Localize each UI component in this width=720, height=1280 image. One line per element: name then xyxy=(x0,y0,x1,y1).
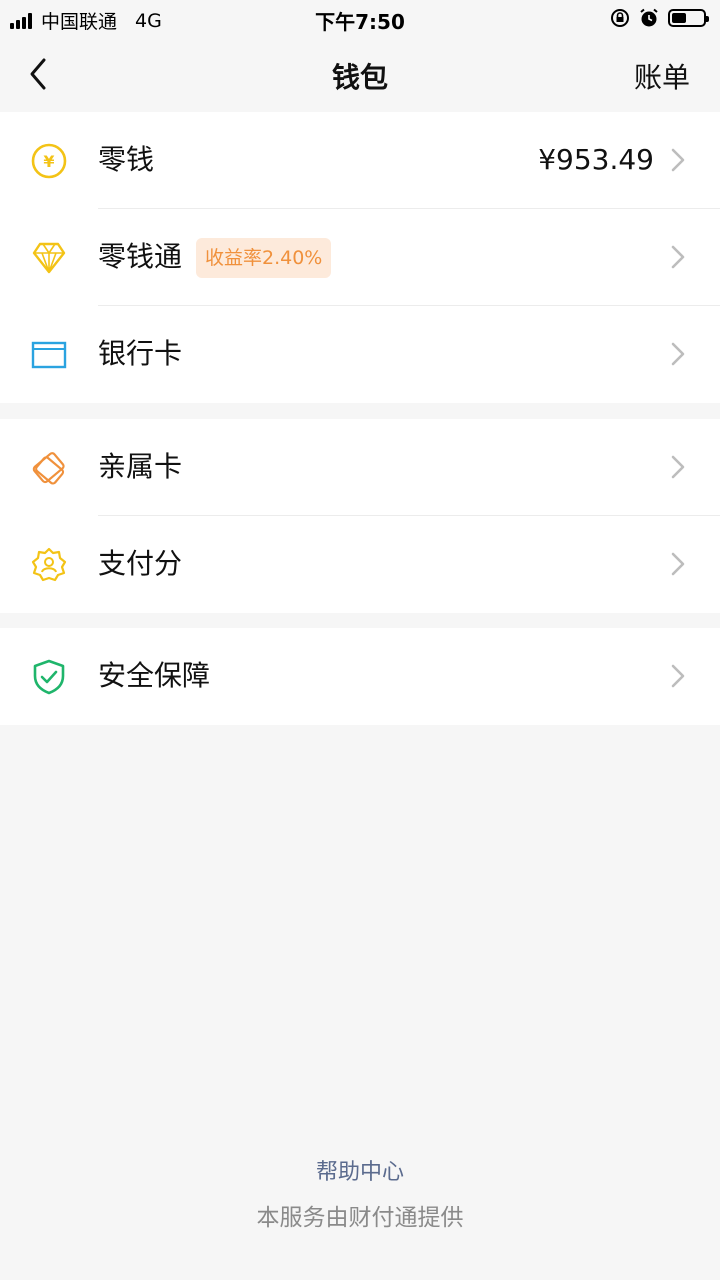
provider-text: 本服务由财付通提供 xyxy=(256,1205,464,1231)
shield-check-icon xyxy=(33,659,65,695)
svg-text:¥: ¥ xyxy=(43,152,54,171)
chevron-right-icon xyxy=(671,455,685,479)
nav-bar: 钱包 账单 xyxy=(0,36,720,112)
chevron-right-icon xyxy=(671,552,685,576)
row-label: 支付分 xyxy=(98,547,183,580)
row-label: 零钱通 xyxy=(98,240,183,273)
diamond-icon xyxy=(32,242,66,274)
row-label: 银行卡 xyxy=(98,337,183,370)
row-change-pass[interactable]: 零钱通 收益率2.40% xyxy=(0,209,720,306)
chevron-right-icon xyxy=(671,664,685,688)
yuan-coin-icon: ¥ xyxy=(31,143,67,179)
row-change[interactable]: ¥ 零钱 ¥953.49 xyxy=(0,112,720,209)
bill-button[interactable]: 账单 xyxy=(634,56,690,96)
battery-icon xyxy=(668,9,709,27)
pay-score-icon xyxy=(31,547,67,582)
yield-rate-badge: 收益率2.40% xyxy=(196,238,332,278)
row-family-card[interactable]: 亲属卡 xyxy=(0,419,720,516)
status-bar: 中国联通 4G 下午7:50 xyxy=(0,0,720,36)
status-right xyxy=(610,7,709,29)
row-label: 零钱 xyxy=(98,143,155,176)
alarm-icon xyxy=(640,8,658,27)
chevron-right-icon xyxy=(671,245,685,269)
wallet-group-2: 亲属卡 支付分 xyxy=(0,419,720,613)
wallet-group-1: ¥ 零钱 ¥953.49 零钱通 收益率2.40% 银行卡 xyxy=(0,112,720,403)
balance-value: ¥953.49 xyxy=(538,143,654,176)
battery-level xyxy=(672,13,686,23)
row-pay-score[interactable]: 支付分 xyxy=(0,516,720,613)
row-security[interactable]: 安全保障 xyxy=(0,628,720,725)
wallet-group-3: 安全保障 xyxy=(0,628,720,725)
row-bank-card[interactable]: 银行卡 xyxy=(0,306,720,403)
bank-card-icon xyxy=(31,341,67,369)
help-center-link[interactable]: 帮助中心 xyxy=(0,1154,720,1186)
family-card-icon xyxy=(32,452,65,485)
row-label: 亲属卡 xyxy=(98,450,183,483)
page-title: 钱包 xyxy=(331,61,388,94)
row-label: 安全保障 xyxy=(98,659,211,692)
rotation-lock-icon xyxy=(611,9,629,27)
chevron-right-icon xyxy=(671,342,685,366)
chevron-right-icon xyxy=(671,148,685,172)
